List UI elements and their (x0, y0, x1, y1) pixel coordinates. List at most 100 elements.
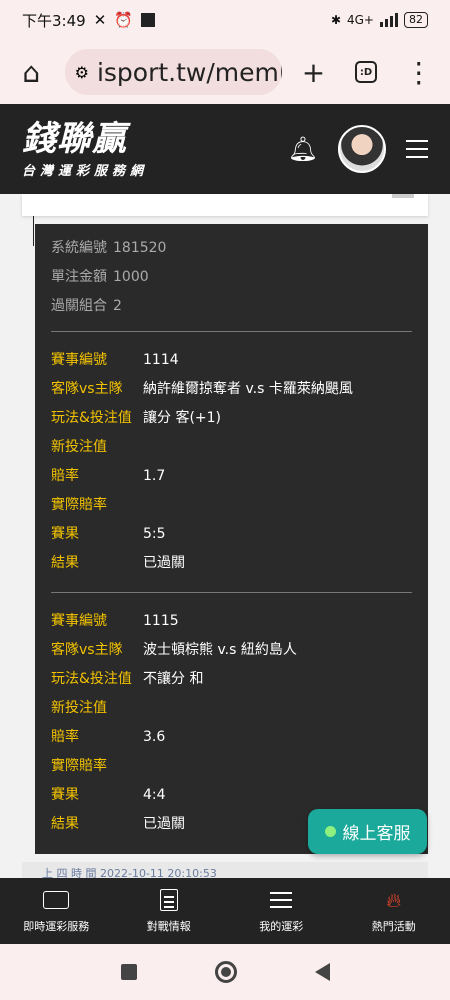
site-header: 錢聯贏 台灣運彩服務網 🔔︎ (0, 104, 450, 194)
amount-value: 1000 (113, 269, 149, 285)
notification-icon (140, 13, 155, 27)
parlay-label: 過關組合 (51, 298, 107, 314)
leg-row-label: 賽事編號 (51, 352, 107, 368)
site-settings-icon[interactable]: ⚙ (75, 63, 89, 82)
leg-row-label: 賠率 (51, 729, 79, 745)
avatar[interactable] (338, 125, 386, 173)
leg-row-value: 已過關 (143, 816, 185, 832)
menu-icon[interactable] (406, 140, 428, 158)
new-tab-button[interactable]: + (292, 50, 335, 94)
leg-row-label: 實際賠率 (51, 497, 107, 513)
leg-row-value: 4:4 (143, 787, 166, 803)
url-text: isport.tw/memb (96, 57, 283, 87)
leg-row: 實際賠率 (51, 756, 412, 785)
online-status-icon (324, 826, 336, 837)
leg-row-value: 1115 (143, 613, 179, 629)
leg-row-value: 5:5 (143, 526, 166, 542)
leg-row-value: 讓分 客(+1) (143, 410, 222, 426)
leg-row: 新投注值 (51, 437, 412, 466)
leg-row-label: 賽果 (51, 526, 79, 542)
network-label: 4G+ (347, 13, 374, 27)
customer-service-label: 線上客服 (342, 824, 411, 844)
list-icon (270, 892, 293, 908)
system-id-row: 系統編號 181520 (51, 238, 412, 267)
back-button[interactable] (314, 963, 330, 981)
leg-row: 實際賠率 (51, 495, 412, 524)
alarm-icon: ⏰ (114, 11, 133, 29)
leg-row-label: 賠率 (51, 468, 79, 484)
leg-row-label: 結果 (51, 555, 79, 571)
tab-switcher-button[interactable]: :D (345, 50, 388, 94)
leg-row: 賠率 3.6 (51, 727, 412, 756)
leg-row-value: 納許維爾掠奪者 v.s 卡羅萊納颶風 (143, 381, 353, 397)
amount-label: 單注金額 (51, 269, 107, 285)
clipboard-icon (159, 889, 178, 911)
nav-item-match-info[interactable]: 對戰情報 (113, 878, 226, 944)
leg-row-label: 客隊vs主隊 (51, 642, 123, 658)
nav-item-my-bets[interactable]: 我的運彩 (225, 878, 338, 944)
nav-label: 對戰情報 (146, 920, 191, 933)
logo-subtitle: 台灣運彩服務網 (22, 163, 149, 179)
separator (51, 592, 412, 593)
nav-item-live-service[interactable]: 即時運彩服務 (0, 878, 113, 944)
status-bar: 下午3:49 ✕ ⏰ ✱ 4G+ 82 (0, 0, 450, 40)
leg-1: 賽事編號 1114 客隊vs主隊 納許維爾掠奪者 v.s 卡羅萊納颶風 玩法&投注值… (51, 350, 412, 582)
logo-name: 錢聯贏 (22, 118, 127, 159)
leg-row-value: 3.6 (143, 729, 166, 745)
system-id-value: 181520 (113, 240, 167, 256)
browser-toolbar: ⌂ ⚙ isport.tw/memb + :D ⋮ (0, 40, 450, 104)
leg-row-value: 不讓分 和 (143, 671, 204, 687)
recents-button[interactable] (120, 964, 137, 980)
leg-row: 賽事編號 1115 (51, 611, 412, 640)
leg-row: 賽果 5:5 (51, 524, 412, 553)
card-button-stub[interactable] (392, 194, 414, 198)
nav-item-hot-events[interactable]: 🔥︎ 熱門活動 (338, 878, 450, 944)
site-logo[interactable]: 錢聯贏 台灣運彩服務網 (22, 120, 148, 179)
signal-icon (380, 13, 398, 27)
nav-label: 熱門活動 (371, 920, 416, 933)
leg-row: 客隊vs主隊 納許維爾掠奪者 v.s 卡羅萊納颶風 (51, 379, 412, 408)
leg-row-value: 波士頓棕熊 v.s 紐約島人 (143, 642, 297, 658)
leg-row: 賽事編號 1114 (51, 350, 412, 379)
nav-label: 我的運彩 (259, 920, 304, 933)
more-menu-icon[interactable]: ⋮ (397, 50, 440, 94)
android-nav-bar (0, 944, 450, 1000)
leg-row: 新投注值 (51, 698, 412, 727)
leg-row-label: 玩法&投注值 (51, 410, 132, 426)
leg-row-label: 新投注值 (51, 439, 107, 455)
mute-icon: ✕ (93, 11, 107, 29)
bet-detail-panel: 系統編號 181520 單注金額 1000 過關組合 2 賽事編號 1114 客隊vs主… (35, 224, 428, 854)
ticket-icon (43, 891, 70, 909)
address-bar[interactable]: ⚙ isport.tw/memb (64, 49, 283, 95)
leg-row-label: 實際賠率 (51, 758, 107, 774)
system-id-label: 系統編號 (51, 240, 107, 256)
leg-row: 玩法&投注值 不讓分 和 (51, 669, 412, 698)
leg-row: 賠率 1.7 (51, 466, 412, 495)
leg-row-value: 1114 (143, 352, 179, 368)
leg-row: 玩法&投注值 讓分 客(+1) (51, 408, 412, 437)
battery-level: 82 (409, 13, 423, 26)
leg-row-label: 賽事編號 (51, 613, 107, 629)
separator (51, 331, 412, 332)
leg-row-value: 1.7 (143, 468, 166, 484)
leg-row-label: 賽果 (51, 787, 79, 803)
leg-row-label: 結果 (51, 816, 79, 832)
leg-row: 結果 已過關 (51, 553, 412, 582)
bell-icon[interactable]: 🔔︎ (288, 135, 318, 163)
nav-label: 即時運彩服務 (23, 920, 90, 933)
home-icon[interactable]: ⌂ (10, 50, 53, 94)
divider (33, 216, 34, 246)
leg-row-label: 新投注值 (51, 700, 107, 716)
home-button[interactable] (214, 961, 237, 983)
leg-row-label: 玩法&投注值 (51, 671, 132, 687)
bottom-nav: 即時運彩服務 對戰情報 我的運彩 🔥︎ 熱門活動 (0, 878, 450, 944)
customer-service-button[interactable]: 線上客服 (308, 809, 427, 854)
leg-row-value: 已過關 (143, 555, 185, 571)
leg-row-label: 客隊vs主隊 (51, 381, 123, 397)
previous-card (22, 194, 428, 216)
battery-icon: 82 (404, 12, 428, 28)
status-time: 下午3:49 (22, 11, 86, 30)
amount-row: 單注金額 1000 (51, 267, 412, 296)
fire-icon: 🔥︎ (386, 888, 402, 912)
bluetooth-icon: ✱ (330, 13, 341, 27)
